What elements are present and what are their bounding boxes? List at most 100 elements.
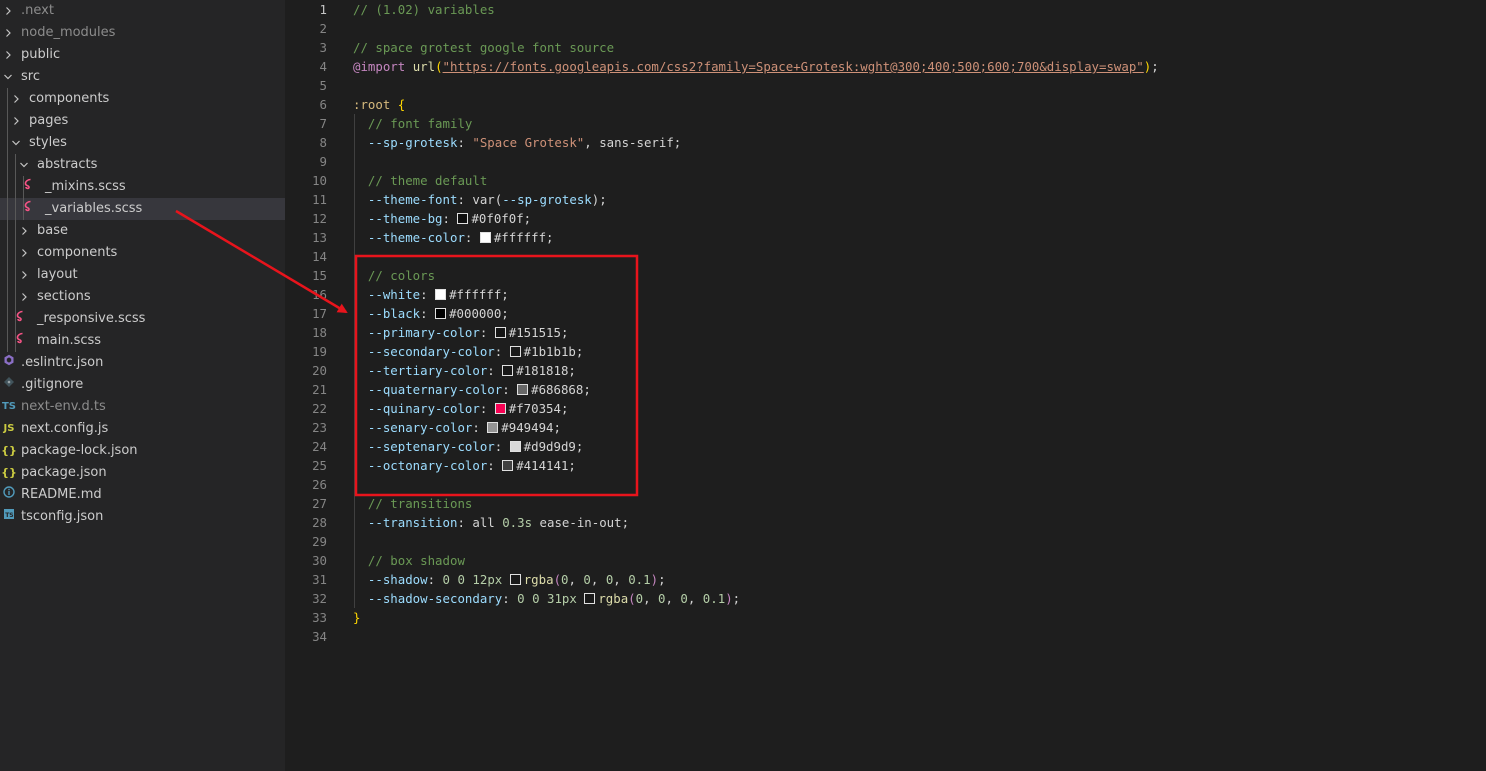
- code-line[interactable]: --transition: all 0.3s ease-in-out;: [353, 513, 629, 532]
- chevron-right-icon[interactable]: [0, 22, 16, 44]
- color-swatch[interactable]: [494, 327, 506, 338]
- code-line[interactable]: --primary-color: #151515;: [353, 323, 569, 342]
- code-line[interactable]: --secondary-color: #1b1b1b;: [353, 342, 583, 361]
- code-line[interactable]: --shadow-secondary: 0 0 31px rgba(0, 0, …: [353, 589, 740, 608]
- code-token: ,: [613, 572, 629, 587]
- chevron-right-icon[interactable]: [16, 242, 32, 264]
- code-line[interactable]: --white: #ffffff;: [353, 285, 509, 304]
- code-line[interactable]: --black: #000000;: [353, 304, 509, 323]
- tree-folder-src[interactable]: src: [0, 66, 285, 88]
- tree-file-tsconfig-json[interactable]: TS tsconfig.json: [0, 506, 285, 528]
- code-token: --theme-color: [367, 230, 465, 245]
- code-token: "Space Grotesk": [472, 135, 585, 150]
- code-line[interactable]: --theme-bg: #0f0f0f;: [353, 209, 531, 228]
- code-line[interactable]: --senary-color: #949494;: [353, 418, 561, 437]
- tree-folder-layout[interactable]: layout: [0, 264, 285, 286]
- tree-file-main-scss[interactable]: main.scss: [0, 330, 285, 352]
- chevron-down-icon[interactable]: [0, 66, 16, 88]
- code-line[interactable]: --theme-font: var(--sp-grotesk);: [353, 190, 607, 209]
- color-swatch[interactable]: [584, 593, 596, 604]
- code-token: #f70354;: [508, 401, 569, 416]
- code-line[interactable]: // (1.02) variables: [353, 0, 495, 19]
- code-token: --black: [367, 306, 421, 321]
- code-line[interactable]: --quaternary-color: #686868;: [353, 380, 591, 399]
- code-token: }: [353, 610, 361, 625]
- tree-file-next-env-d-ts[interactable]: TS next-env.d.ts: [0, 396, 285, 418]
- chevron-down-icon[interactable]: [16, 154, 32, 176]
- color-swatch[interactable]: [435, 308, 447, 319]
- code-token: // (1.02) variables: [353, 2, 495, 17]
- color-swatch[interactable]: [509, 441, 521, 452]
- code-line[interactable]: // transitions: [353, 494, 472, 513]
- color-swatch[interactable]: [479, 232, 491, 243]
- code-token: ,: [643, 591, 659, 606]
- code-line[interactable]: // font family: [353, 114, 472, 133]
- color-swatch[interactable]: [509, 574, 521, 585]
- tree-file-package-json[interactable]: {} package.json: [0, 462, 285, 484]
- color-swatch[interactable]: [509, 346, 521, 357]
- tree-file-gitignore[interactable]: .gitignore: [0, 374, 285, 396]
- color-swatch[interactable]: [487, 422, 499, 433]
- chevron-right-icon[interactable]: [16, 220, 32, 242]
- code-line[interactable]: @import url("https://fonts.googleapis.co…: [353, 57, 1159, 76]
- code-editor[interactable]: 1// (1.02) variables 2 3// space grotest g…: [285, 0, 1486, 771]
- tree-file-readme-md[interactable]: README.md: [0, 484, 285, 506]
- tree-folder-node-modules[interactable]: node_modules: [0, 22, 285, 44]
- code-line[interactable]: // space grotest google font source: [353, 38, 614, 57]
- line-number: 34: [312, 629, 327, 644]
- code-token: // transitions: [367, 496, 473, 511]
- chevron-right-icon[interactable]: [8, 88, 24, 110]
- tree-file-eslintrc-json[interactable]: .eslintrc.json: [0, 352, 285, 374]
- tree-folder-public[interactable]: public: [0, 44, 285, 66]
- tree-folder-components[interactable]: components: [0, 242, 285, 264]
- code-line[interactable]: :root {: [353, 95, 405, 114]
- tree-folder-abstracts[interactable]: abstracts: [0, 154, 285, 176]
- chevron-right-icon[interactable]: [8, 110, 24, 132]
- code-line[interactable]: --sp-grotesk: "Space Grotesk", sans-seri…: [353, 133, 681, 152]
- code-line[interactable]: --quinary-color: #f70354;: [353, 399, 569, 418]
- code-line[interactable]: --septenary-color: #d9d9d9;: [353, 437, 583, 456]
- tree-file-variables-scss[interactable]: _variables.scss: [0, 198, 285, 220]
- color-swatch[interactable]: [457, 213, 469, 224]
- tree-folder-base[interactable]: base: [0, 220, 285, 242]
- tree-item-label: pages: [29, 113, 69, 128]
- chevron-right-icon[interactable]: [0, 0, 16, 22]
- tree-folder-components[interactable]: components: [0, 88, 285, 110]
- chevron-right-icon[interactable]: [16, 286, 32, 308]
- color-swatch[interactable]: [494, 403, 506, 414]
- line-number: 25: [312, 458, 327, 473]
- code-line[interactable]: // box shadow: [353, 551, 465, 570]
- code-line[interactable]: // colors: [353, 266, 435, 285]
- code-line[interactable]: }: [353, 608, 360, 627]
- code-token: --theme-font: [367, 192, 458, 207]
- code-token: :: [487, 458, 503, 473]
- code-token: 0: [635, 591, 644, 606]
- code-line[interactable]: --tertiary-color: #181818;: [353, 361, 576, 380]
- code-token: rgba: [598, 591, 629, 606]
- color-swatch[interactable]: [502, 460, 514, 471]
- code-line[interactable]: --octonary-color: #414141;: [353, 456, 576, 475]
- chevron-right-icon[interactable]: [0, 44, 16, 66]
- color-swatch[interactable]: [517, 384, 529, 395]
- code-line[interactable]: // theme default: [353, 171, 487, 190]
- chevron-down-icon[interactable]: [8, 132, 24, 154]
- code-line[interactable]: --theme-color: #ffffff;: [353, 228, 554, 247]
- chevron-right-icon[interactable]: [16, 264, 32, 286]
- code-line[interactable]: --shadow: 0 0 12px rgba(0, 0, 0, 0.1);: [353, 570, 666, 589]
- code-token: 12px: [472, 572, 503, 587]
- tree-file-responsive-scss[interactable]: _responsive.scss: [0, 308, 285, 330]
- json-icon: {}: [1, 466, 17, 479]
- tree-folder-styles[interactable]: styles: [0, 132, 285, 154]
- tree-folder-pages[interactable]: pages: [0, 110, 285, 132]
- tree-folder-next[interactable]: .next: [0, 0, 285, 22]
- tree-file-mixins-scss[interactable]: _mixins.scss: [0, 176, 285, 198]
- color-swatch[interactable]: [502, 365, 514, 376]
- color-swatch[interactable]: [435, 289, 447, 300]
- tree-file-package-lock-json[interactable]: {} package-lock.json: [0, 440, 285, 462]
- tree-file-next-config-js[interactable]: JS next.config.js: [0, 418, 285, 440]
- tree-folder-sections[interactable]: sections: [0, 286, 285, 308]
